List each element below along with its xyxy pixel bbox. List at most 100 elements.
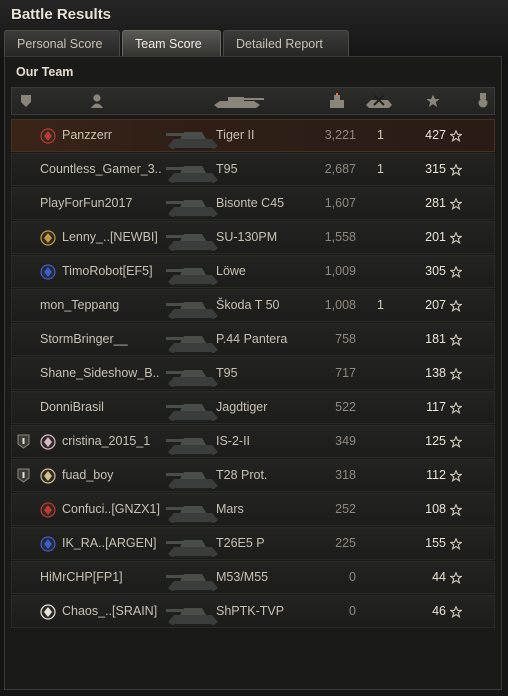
vehicle-name: Mars bbox=[216, 502, 244, 516]
player-name[interactable]: cristina_2015_1 bbox=[62, 426, 150, 457]
star-icon bbox=[450, 266, 462, 278]
vehicle-icon bbox=[166, 302, 218, 320]
kills-value: 1 bbox=[377, 162, 384, 176]
damage-value: 0 bbox=[349, 570, 356, 584]
kills-value: 1 bbox=[377, 298, 384, 312]
player-name[interactable]: Chaos_..[SRAIN] bbox=[62, 596, 157, 627]
xp-value: 46 bbox=[432, 604, 446, 618]
window-title: Battle Results bbox=[11, 6, 112, 23]
xp-value: 427 bbox=[425, 128, 446, 142]
vehicle-icon bbox=[166, 506, 218, 524]
vehicle-name: Jagdtiger bbox=[216, 400, 268, 414]
team-label: Our Team bbox=[16, 65, 74, 79]
star-icon bbox=[450, 572, 462, 584]
damage-value: 3,221 bbox=[324, 128, 356, 142]
table-row[interactable]: DonniBrasil Jagdtiger 522 117 bbox=[11, 391, 495, 424]
player-name[interactable]: Countless_Gamer_3.. bbox=[40, 154, 162, 185]
table-row[interactable]: Countless_Gamer_3.. T95 2,687 1 315 bbox=[11, 153, 495, 186]
player-name[interactable]: Panzzerr bbox=[62, 120, 112, 151]
vehicle-icon bbox=[166, 336, 218, 354]
vehicle-icon bbox=[166, 404, 218, 422]
vehicle-icon bbox=[166, 370, 218, 388]
table-row[interactable]: Shane_Sideshow_B.. T95 717 138 bbox=[11, 357, 495, 390]
vehicle-icon bbox=[166, 608, 218, 626]
star-icon bbox=[450, 300, 462, 312]
player-name[interactable]: HiMrCHP[FP1] bbox=[40, 562, 123, 593]
player-name[interactable]: DonniBrasil bbox=[40, 392, 104, 423]
table-row[interactable]: fuad_boy T28 Prot. 318 112 bbox=[11, 459, 495, 492]
star-icon bbox=[450, 232, 462, 244]
player-name[interactable]: PlayForFun2017 bbox=[40, 188, 132, 219]
clan-emblem-red-icon bbox=[40, 502, 56, 518]
damage-value: 349 bbox=[335, 434, 356, 448]
table-row[interactable]: Panzzerr Tiger II 3,221 1 427 bbox=[11, 119, 495, 152]
star-icon bbox=[450, 198, 462, 210]
table-row[interactable]: IK_RA..[ARGEN] T26E5 P 225 155 bbox=[11, 527, 495, 560]
tab-personal-score[interactable]: Personal Score bbox=[4, 30, 120, 56]
person-icon[interactable] bbox=[90, 93, 104, 109]
medal-icon[interactable] bbox=[477, 93, 489, 109]
xp-value: 281 bbox=[425, 196, 446, 210]
vehicle-icon bbox=[166, 132, 218, 150]
results-tabs: Personal Score Team Score Detailed Repor… bbox=[4, 30, 351, 56]
damage-value: 0 bbox=[349, 604, 356, 618]
damage-value: 252 bbox=[335, 502, 356, 516]
table-row[interactable]: HiMrCHP[FP1] M53/M55 0 44 bbox=[11, 561, 495, 594]
clan-emblem-blue-icon bbox=[40, 264, 56, 280]
table-row[interactable]: TimoRobot[EF5] Löwe 1,009 305 bbox=[11, 255, 495, 288]
vehicle-name: IS-2-II bbox=[216, 434, 251, 448]
damage-value: 1,607 bbox=[324, 196, 356, 210]
clan-emblem-red-icon bbox=[40, 128, 56, 144]
vehicle-icon bbox=[166, 200, 218, 218]
vehicle-icon bbox=[166, 268, 218, 286]
star-icon bbox=[450, 470, 462, 482]
clan-emblem-gold-icon bbox=[40, 230, 56, 246]
tab-team-score[interactable]: Team Score bbox=[122, 30, 221, 56]
vehicle-name: Bisonte C45 bbox=[216, 196, 285, 210]
player-name[interactable]: IK_RA..[ARGEN] bbox=[62, 528, 156, 559]
destroyed-tank-icon[interactable] bbox=[364, 93, 394, 109]
damage-icon[interactable] bbox=[328, 93, 346, 109]
xp-value: 305 bbox=[425, 264, 446, 278]
kills-value: 1 bbox=[377, 128, 384, 142]
star-icon bbox=[450, 130, 462, 142]
vehicle-icon bbox=[166, 438, 218, 456]
platoon-icon bbox=[17, 434, 30, 449]
table-row[interactable]: Chaos_..[SRAIN] ShPTK-TVP 0 46 bbox=[11, 595, 495, 628]
clan-emblem-tan-icon bbox=[40, 468, 56, 484]
damage-value: 1,558 bbox=[324, 230, 356, 244]
player-name[interactable]: StormBringer__ bbox=[40, 324, 128, 355]
player-name[interactable]: TimoRobot[EF5] bbox=[62, 256, 153, 287]
vehicle-icon bbox=[166, 574, 218, 592]
table-row[interactable]: Lenny_..[NEWBI] SU-130PM 1,558 201 bbox=[11, 221, 495, 254]
damage-value: 2,687 bbox=[324, 162, 356, 176]
table-row[interactable]: mon_Teppang Škoda T 50 1,008 1 207 bbox=[11, 289, 495, 322]
table-row[interactable]: Confuci..[GNZX1] Mars 252 108 bbox=[11, 493, 495, 526]
player-name[interactable]: Lenny_..[NEWBI] bbox=[62, 222, 158, 253]
tab-detailed-report[interactable]: Detailed Report bbox=[223, 30, 349, 56]
vehicle-name: Škoda T 50 bbox=[216, 298, 280, 312]
vehicle-name: T28 Prot. bbox=[216, 468, 268, 482]
star-icon[interactable] bbox=[426, 93, 440, 109]
star-icon bbox=[450, 606, 462, 618]
xp-value: 201 bbox=[425, 230, 446, 244]
damage-value: 318 bbox=[335, 468, 356, 482]
star-icon bbox=[450, 334, 462, 346]
xp-value: 155 bbox=[425, 536, 446, 550]
player-name[interactable]: Confuci..[GNZX1] bbox=[62, 494, 160, 525]
vehicle-icon bbox=[166, 234, 218, 252]
player-name[interactable]: fuad_boy bbox=[62, 460, 113, 491]
xp-value: 125 bbox=[425, 434, 446, 448]
vehicle-icon bbox=[166, 166, 218, 184]
table-row[interactable]: StormBringer__ P.44 Pantera 758 181 bbox=[11, 323, 495, 356]
table-row[interactable]: PlayForFun2017 Bisonte C45 1,607 281 bbox=[11, 187, 495, 220]
player-name[interactable]: Shane_Sideshow_B.. bbox=[40, 358, 160, 389]
tank-icon[interactable] bbox=[210, 93, 266, 109]
shield-icon[interactable] bbox=[20, 93, 32, 109]
vehicle-icon bbox=[166, 472, 218, 490]
vehicle-name: Löwe bbox=[216, 264, 246, 278]
xp-value: 108 bbox=[425, 502, 446, 516]
player-name[interactable]: mon_Teppang bbox=[40, 290, 119, 321]
xp-value: 181 bbox=[425, 332, 446, 346]
table-row[interactable]: cristina_2015_1 IS-2-II 349 125 bbox=[11, 425, 495, 458]
